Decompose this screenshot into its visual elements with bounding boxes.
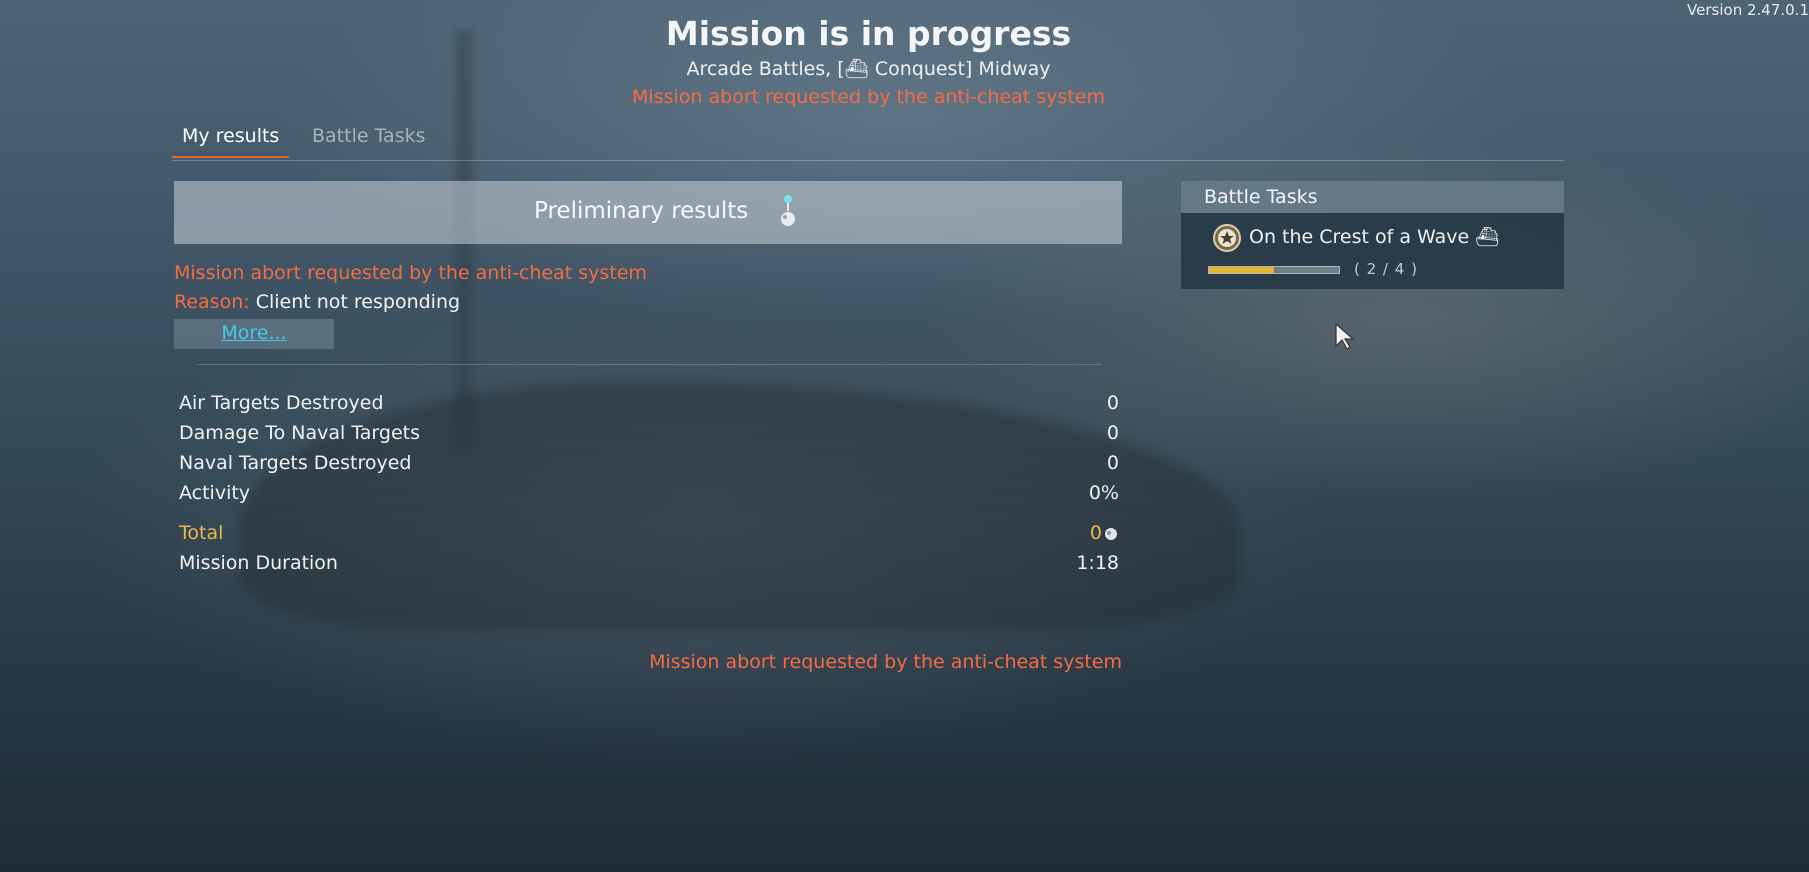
total-value: 0 [1089, 522, 1102, 544]
stat-value: 0% [1088, 482, 1119, 504]
stat-label: Air Targets Destroyed [179, 392, 384, 414]
mouse-cursor-icon [1335, 322, 1355, 350]
battle-tasks-panel: Battle Tasks On the Crest of a Wave ⛴ ( … [1181, 181, 1564, 289]
total-row: Total 0 [179, 522, 1119, 544]
star-emblem-icon [1213, 224, 1241, 252]
page-title: Mission is in progress [665, 14, 1072, 53]
reason-label: Reason: [174, 291, 250, 313]
stat-value: 0 [1106, 392, 1119, 414]
divider [197, 364, 1102, 365]
more-button[interactable]: More... [174, 319, 334, 349]
preliminary-results-banner: Preliminary results [174, 181, 1122, 244]
duration-row: Mission Duration 1:18 [179, 552, 1119, 574]
abort-notice-bottom: Mission abort requested by the anti-chea… [649, 651, 1122, 673]
background-ship [240, 380, 1240, 630]
duration-value: 1:18 [1076, 552, 1119, 574]
preliminary-results-label: Preliminary results [534, 198, 749, 224]
battle-task-name: On the Crest of a Wave ⛴ [1249, 226, 1500, 248]
stat-label: Activity [179, 482, 251, 504]
more-link[interactable]: More... [221, 322, 286, 344]
tab-bar: My results Battle Tasks [172, 120, 1564, 161]
tab-battle-tasks[interactable]: Battle Tasks [302, 125, 436, 156]
abort-notice: Mission abort requested by the anti-chea… [632, 86, 1105, 108]
battle-tasks-header: Battle Tasks [1181, 181, 1564, 213]
duration-label: Mission Duration [179, 552, 338, 574]
stat-row: Damage To Naval Targets 0 [179, 422, 1119, 444]
stat-row: Air Targets Destroyed 0 [179, 392, 1119, 414]
tab-my-results[interactable]: My results [172, 125, 290, 158]
reason-value: Client not responding [255, 291, 461, 313]
battle-task-progress-fill [1209, 267, 1274, 273]
battle-tasks-title: Battle Tasks [1204, 186, 1318, 208]
stat-value: 0 [1106, 452, 1119, 474]
stat-row: Naval Targets Destroyed 0 [179, 452, 1119, 474]
battle-task-progress-bar [1208, 266, 1340, 274]
silver-lions-icon [781, 195, 795, 226]
mission-subtitle: Arcade Battles, [⛴ Conquest] Midway [686, 58, 1051, 80]
abort-message: Mission abort requested by the anti-chea… [174, 262, 647, 284]
silver-lions-icon [1105, 528, 1117, 540]
stat-label: Naval Targets Destroyed [179, 452, 412, 474]
stat-row: Activity 0% [179, 482, 1119, 504]
stat-value: 0 [1106, 422, 1119, 444]
abort-reason: Reason: Client not responding [174, 291, 460, 313]
total-label: Total [179, 522, 224, 544]
battle-task-progress-text: ( 2 / 4 ) [1354, 260, 1418, 278]
stat-label: Damage To Naval Targets [179, 422, 420, 444]
